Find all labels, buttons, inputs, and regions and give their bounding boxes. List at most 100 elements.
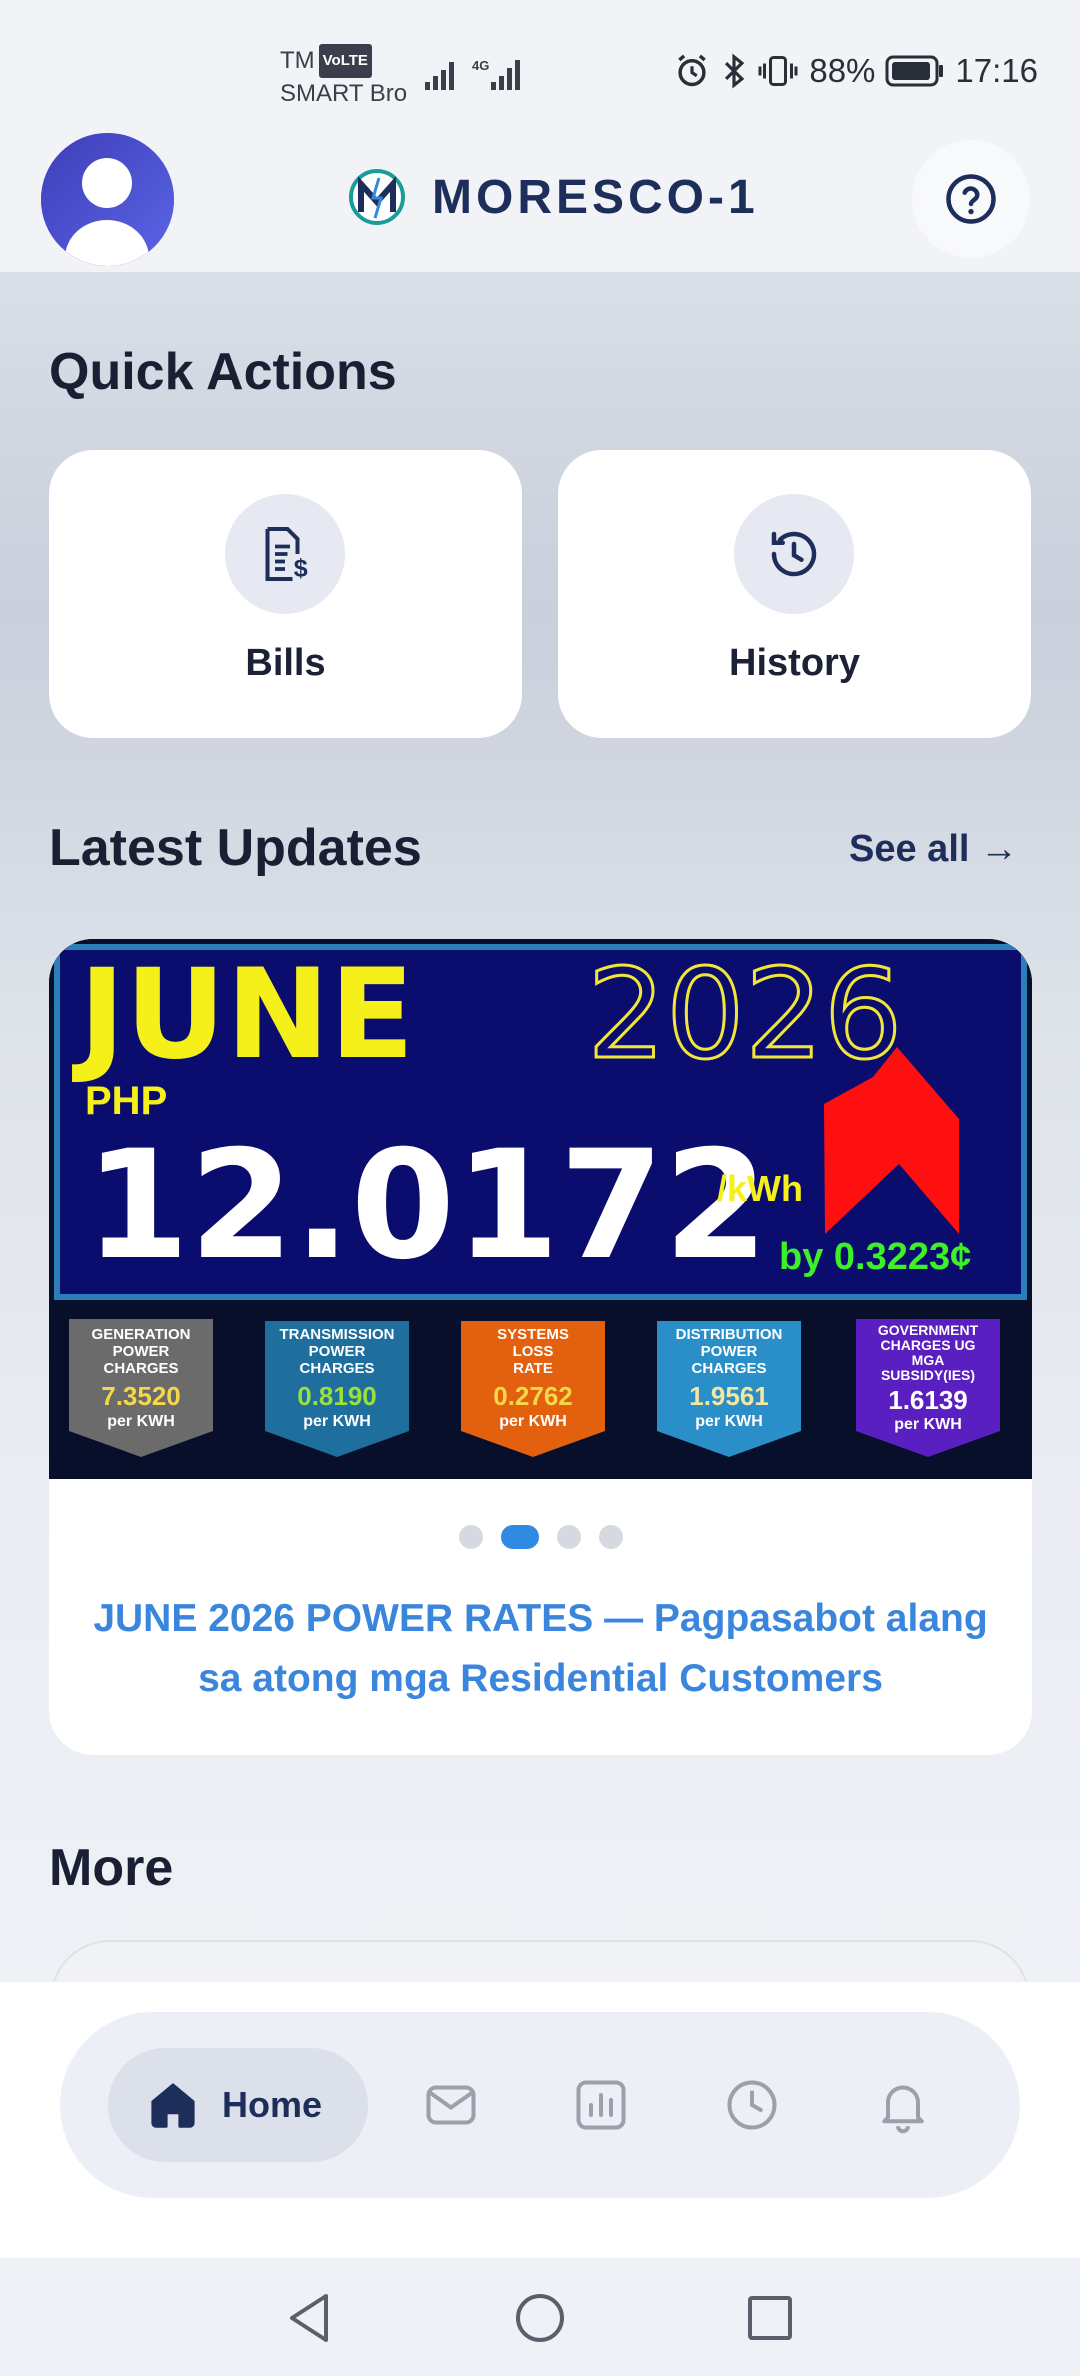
main-content[interactable]: Quick Actions $ Bills History Latest Upd… [0, 272, 1080, 1982]
bill-dollar-icon: $ [265, 527, 308, 583]
component-value: 1.6139 [888, 1385, 968, 1415]
banner-month: JUNE [72, 943, 414, 1087]
history-card[interactable]: History [558, 450, 1031, 738]
back-triangle-icon[interactable] [280, 2288, 340, 2348]
bills-icon-circle: $ [225, 494, 345, 614]
component-label: DISTRIBUTION [676, 1326, 783, 1343]
component-unit: per KWH [107, 1413, 175, 1430]
component-unit: per KWH [894, 1416, 962, 1433]
home-icon [151, 2083, 195, 2128]
status-bar: TM VoLTE SMART Bro 4G 88% 17:16 [0, 0, 1080, 130]
rate-component-distribution: DISTRIBUTION POWER CHARGES 1.9561 per KW… [657, 1321, 801, 1457]
component-label: LOSS [513, 1343, 554, 1360]
carousel-dot[interactable] [598, 1525, 623, 1549]
svg-text:$: $ [294, 555, 308, 583]
see-all-link[interactable]: See all → [849, 828, 1018, 871]
component-label: GOVERNMENT [878, 1322, 979, 1338]
banner-rate: 12.0172 [85, 1119, 768, 1293]
component-label: CHARGES UG [881, 1337, 976, 1353]
bluetooth-icon [725, 53, 745, 89]
rate-component-systems-loss: SYSTEMS LOSS RATE 0.2762 per KWH [461, 1321, 605, 1457]
chart-icon [576, 2080, 626, 2130]
component-label: POWER [701, 1343, 758, 1360]
component-label: POWER [113, 1343, 170, 1360]
nav-notifications-button[interactable] [872, 2074, 934, 2136]
carrier-name-2: SMART Bro [280, 80, 408, 107]
svg-text:by 0.3223¢: by 0.3223¢ [779, 1236, 971, 1278]
help-button[interactable] [912, 140, 1030, 258]
bills-card[interactable]: $ Bills [49, 450, 522, 738]
home-circle-icon[interactable] [510, 2288, 570, 2348]
rate-component-generation: GENERATION POWER CHARGES 7.3520 per KWH [69, 1319, 213, 1457]
nav-history-button[interactable] [721, 2074, 783, 2136]
more-card[interactable] [50, 1940, 1030, 1982]
update-card[interactable]: JUNE 2026 PHP 12.0172 /kWh by 0.3223¢ GE… [49, 939, 1032, 1755]
component-label: GENERATION [92, 1326, 191, 1343]
carousel-dot-active[interactable] [500, 1525, 539, 1549]
carousel-dot[interactable] [458, 1525, 483, 1549]
alarm-icon [678, 54, 707, 87]
component-unit: per KWH [695, 1413, 763, 1430]
carrier-name: TM [280, 47, 315, 74]
system-navigation-bar [0, 2258, 1080, 2376]
carousel-indicator [49, 1525, 1032, 1549]
component-label: POWER [309, 1343, 366, 1360]
component-label: MGA [912, 1352, 945, 1368]
cent-symbol: ¢ [950, 1236, 971, 1278]
signal-strength-icon: 4G [425, 58, 520, 90]
carrier-info: TM VoLTE SMART Bro [280, 44, 407, 110]
component-label: CHARGES [691, 1360, 766, 1377]
nav-messages-button[interactable] [420, 2074, 482, 2136]
network-type: 4G [472, 58, 489, 73]
carousel-dot[interactable] [556, 1525, 581, 1549]
clock-time: 17:16 [955, 52, 1038, 89]
moresco-logo-icon [349, 169, 405, 225]
vibrate-icon [758, 56, 798, 86]
banner-year: 2026 [587, 943, 903, 1087]
component-label: RATE [513, 1360, 553, 1377]
banner-currency: PHP [85, 1079, 167, 1123]
power-rates-banner[interactable]: JUNE 2026 PHP 12.0172 /kWh by 0.3223¢ GE… [49, 939, 1032, 1479]
component-unit: per KWH [499, 1413, 567, 1430]
status-right: 88% 17:16 [673, 52, 1038, 90]
quick-actions-title: Quick Actions [49, 343, 397, 401]
latest-updates-title: Latest Updates [49, 819, 422, 877]
recents-square-icon[interactable] [740, 2288, 800, 2348]
component-value: 0.2762 [493, 1381, 573, 1411]
avatar-button[interactable] [41, 133, 174, 266]
clock-icon [727, 2080, 777, 2130]
component-label: CHARGES [299, 1360, 374, 1377]
component-label: SUBSIDY(IES) [881, 1367, 975, 1383]
battery-icon [885, 55, 944, 87]
nav-home-button[interactable]: Home [108, 2048, 368, 2162]
banner-unit: /kWh [717, 1168, 803, 1209]
history-clock-icon [771, 531, 817, 577]
nav-usage-button[interactable] [570, 2074, 632, 2136]
mail-icon [426, 2085, 476, 2125]
component-label: CHARGES [103, 1360, 178, 1377]
battery-percent: 88% [809, 52, 876, 89]
volte-badge: VoLTE [318, 44, 372, 78]
bills-label: Bills [245, 642, 326, 684]
component-label: SYSTEMS [497, 1326, 569, 1343]
app-header: MORESCO-1 [0, 130, 1080, 272]
rate-component-government: GOVERNMENT CHARGES UG MGA SUBSIDY(IES) 1… [856, 1319, 1000, 1457]
brand: MORESCO-1 [348, 168, 759, 226]
component-unit: per KWH [303, 1413, 371, 1430]
app-title: MORESCO-1 [432, 170, 759, 224]
nav-home-label: Home [222, 2084, 323, 2125]
banner-change: by 0.3223 [779, 1236, 950, 1278]
component-value: 7.3520 [101, 1381, 181, 1411]
history-icon-circle [734, 494, 854, 614]
user-avatar-icon [41, 133, 174, 266]
update-caption[interactable]: JUNE 2026 POWER RATES — Pagpasabot alang… [89, 1589, 992, 1709]
more-title: More [49, 1839, 174, 1897]
component-value: 0.8190 [297, 1381, 377, 1411]
history-label: History [729, 642, 860, 684]
component-label: TRANSMISSION [279, 1326, 394, 1343]
help-circle-icon [946, 174, 996, 224]
component-value: 1.9561 [689, 1381, 769, 1411]
nav-pill: Home [60, 2012, 1020, 2198]
bell-icon [882, 2085, 924, 2134]
rate-component-transmission: TRANSMISSION POWER CHARGES 0.8190 per KW… [265, 1321, 409, 1457]
